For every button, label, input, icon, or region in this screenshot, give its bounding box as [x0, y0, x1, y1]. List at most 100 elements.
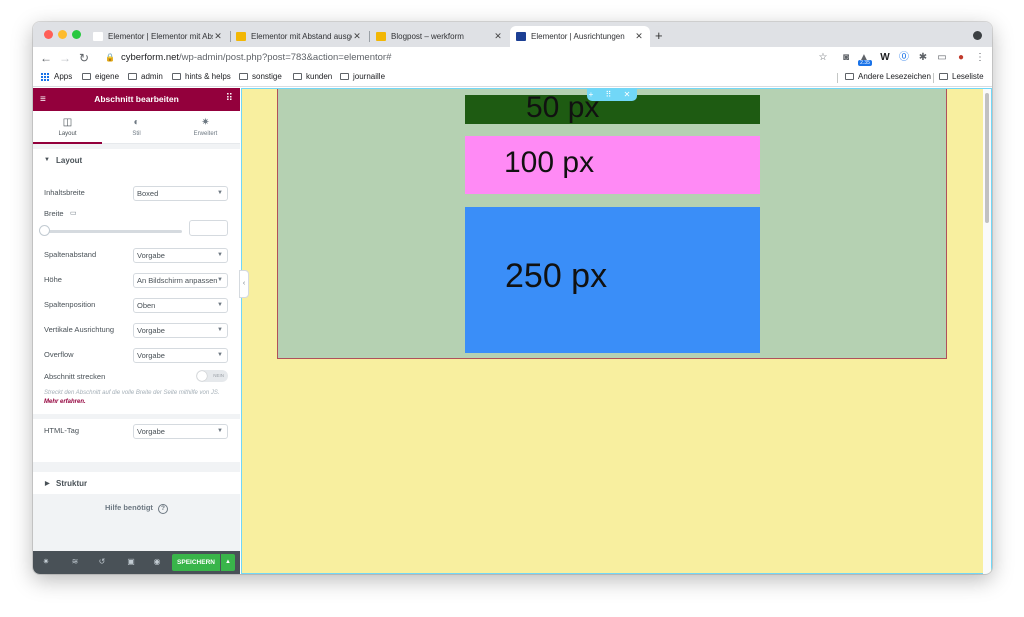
cast-icon[interactable]: ▭ [935, 51, 949, 65]
responsive-icon[interactable]: ▣ [125, 557, 137, 566]
editor-canvas[interactable]: 50 px 100 px 250 px + ⠿ ✕ [241, 88, 992, 574]
elementor-panel: ≡ Abschnitt bearbeiten ⠿ ◫ Layout ◐ Stil… [33, 88, 240, 574]
bookmark-other[interactable]: Andere Lesezeichen [845, 72, 931, 81]
close-icon[interactable]: ✕ [493, 31, 503, 42]
forward-button[interactable]: → [58, 50, 72, 66]
wordpress-icon[interactable]: W [878, 51, 892, 65]
avatar[interactable]: ● [954, 51, 968, 65]
help-text: Hilfe benötigt [104, 503, 153, 512]
elementor-section[interactable]: 50 px 100 px 250 px [277, 89, 947, 359]
folder-icon [82, 73, 91, 80]
block-label: 100 px [504, 146, 595, 179]
section-toggle-struktur[interactable]: ▶ Struktur [33, 472, 240, 494]
breite-number-input[interactable] [189, 220, 228, 236]
browser-tab[interactable]: Elementor mit Abstand ausgeri ✕ [230, 26, 368, 47]
close-icon[interactable]: ✕ [634, 31, 644, 42]
overflow-select[interactable]: Vorgabe ▼ [133, 348, 228, 363]
folder-icon [128, 73, 137, 80]
camera-icon[interactable]: ◙ [839, 51, 853, 65]
inhaltsbreite-select[interactable]: Boxed ▼ [133, 186, 228, 201]
tab-title: Elementor | Ausrichtungen [531, 32, 625, 41]
bookmark-folder[interactable]: sonstige [239, 72, 282, 81]
hint-text: Streckt den Abschnitt auf die volle Brei… [44, 390, 220, 396]
bookmark-folder[interactable]: eigene [82, 72, 119, 81]
abschnitt-strecken-toggle[interactable]: NEIN [196, 370, 228, 382]
control-label: Spaltenabstand [44, 250, 97, 259]
section-handle[interactable]: + ⠿ ✕ [587, 89, 637, 101]
profile-icon[interactable] [973, 31, 982, 40]
history-icon[interactable]: ↺ [96, 557, 108, 566]
browser-tab-active[interactable]: Elementor | Ausrichtungen ✕ [510, 26, 650, 47]
control-label: Höhe [44, 275, 62, 284]
canvas-scrollbar[interactable] [983, 89, 991, 574]
chevron-down-icon: ▼ [217, 277, 223, 283]
settings-icon[interactable]: ✷ [40, 557, 52, 566]
bookmark-folder[interactable]: admin [128, 72, 163, 81]
elementor-icon [516, 32, 526, 41]
browser-tab[interactable]: Blogpost – werkform ✕ [370, 26, 509, 47]
browser-window: Elementor | Elementor mit Abst ✕ Element… [33, 22, 992, 574]
widgets-grid-icon[interactable]: ⠿ [226, 93, 233, 104]
control-label: Overflow [44, 350, 74, 359]
bookmark-divider [837, 73, 838, 83]
close-window-button[interactable] [44, 30, 53, 39]
breite-slider-handle[interactable] [39, 225, 50, 236]
help-link[interactable]: Hilfe benötigt ? [33, 503, 240, 514]
minimize-window-button[interactable] [58, 30, 67, 39]
navigator-icon[interactable]: ≋ [69, 557, 81, 566]
close-icon[interactable]: ✕ [352, 31, 362, 42]
reading-list[interactable]: Leseliste [939, 72, 984, 81]
spacer-block-250[interactable]: 250 px [465, 207, 760, 353]
more-icon[interactable]: ⋮ [973, 51, 987, 65]
chevron-down-icon: ▼ [217, 252, 223, 258]
control-label: HTML-Tag [44, 426, 80, 435]
divider [33, 414, 240, 419]
folder-icon [239, 73, 248, 80]
panel-tabs: ◫ Layout ◐ Stil ✷ Erweitert [33, 111, 240, 144]
bookmark-label: sonstige [252, 72, 282, 81]
tab-title: Blogpost – werkform [391, 32, 464, 41]
lock-icon: 🔒 [105, 53, 115, 62]
chevron-down-icon: ▼ [217, 190, 223, 196]
bookmark-star-icon[interactable]: ☆ [816, 51, 830, 65]
browser-tab[interactable]: Elementor | Elementor mit Abst ✕ [87, 26, 229, 47]
close-icon[interactable]: ✕ [213, 31, 223, 42]
control-label: Abschnitt strecken [44, 372, 106, 381]
control-label: Breite [44, 209, 64, 218]
scrollbar-thumb[interactable] [985, 93, 989, 223]
section-title: Struktur [56, 479, 88, 488]
panel-collapse-toggle[interactable]: ‹ [239, 270, 249, 298]
bookmark-apps[interactable]: Apps [41, 72, 72, 81]
hoehe-select[interactable]: An Bildschirm anpassen ▼ [133, 273, 228, 288]
maximize-window-button[interactable] [72, 30, 81, 39]
desktop-icon[interactable]: ▭ [70, 209, 77, 217]
preview-eye-icon[interactable]: ◉ [151, 557, 163, 566]
block-label: 250 px [505, 257, 608, 295]
spacer-block-100[interactable]: 100 px [465, 136, 760, 194]
tab-erweitert[interactable]: ✷ Erweitert [171, 111, 240, 144]
bookmark-folder[interactable]: journaille [340, 72, 385, 81]
reload-button[interactable]: ↻ [77, 50, 91, 66]
bookmark-folder[interactable]: kunden [293, 72, 332, 81]
back-button[interactable]: ← [39, 50, 53, 66]
section-title: Layout [56, 156, 83, 165]
contrast-icon: ◐ [133, 117, 140, 128]
new-tab-button[interactable]: + [655, 28, 663, 43]
tab-title: Elementor | Elementor mit Abst [108, 32, 213, 41]
onepassword-icon[interactable]: ⓪ [897, 51, 911, 65]
save-options-button[interactable]: ▲ [221, 554, 235, 571]
breite-slider-track[interactable] [44, 230, 182, 233]
tab-layout[interactable]: ◫ Layout [33, 111, 102, 144]
tab-stil[interactable]: ◐ Stil [102, 111, 171, 144]
save-button[interactable]: SPEICHERN [172, 554, 220, 571]
elementor-icon [93, 32, 103, 41]
learn-more-link[interactable]: Mehr erfahren. [44, 399, 86, 405]
spaltenposition-select[interactable]: Oben ▼ [133, 298, 228, 313]
bookmark-folder[interactable]: hints & helps [172, 72, 231, 81]
html-tag-select[interactable]: Vorgabe ▼ [133, 424, 228, 439]
puzzle-icon[interactable]: ✱ [916, 51, 930, 65]
section-toggle-layout[interactable]: ▼ Layout [33, 149, 240, 171]
address-bar[interactable]: 🔒 cyberform.net/wp-admin/post.php?post=7… [105, 52, 391, 63]
vertikale-ausrichtung-select[interactable]: Vorgabe ▼ [133, 323, 228, 338]
spaltenabstand-select[interactable]: Vorgabe ▼ [133, 248, 228, 263]
